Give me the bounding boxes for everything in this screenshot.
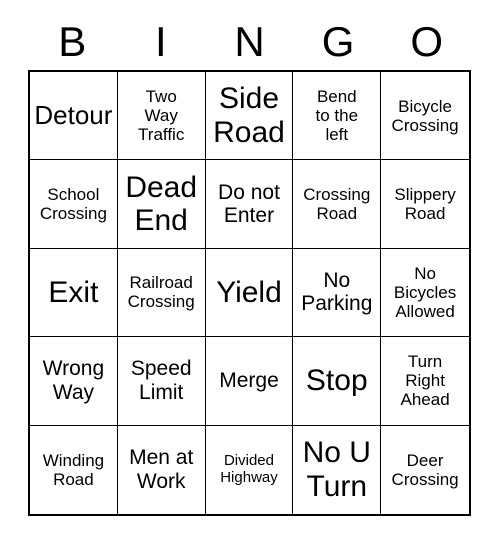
bingo-cell[interactable]: Side Road — [205, 72, 294, 161]
bingo-cell-label: Turn Right Ahead — [400, 352, 450, 410]
bingo-cell-label: Men at Work — [129, 446, 194, 493]
bingo-cell-label: Do not Enter — [218, 180, 280, 228]
bingo-header-letter-g: G — [321, 18, 355, 65]
bingo-cell-label: Dead End — [125, 170, 198, 238]
bingo-cell[interactable]: Bend to the left — [293, 72, 382, 161]
bingo-cell[interactable]: Exit — [30, 248, 118, 338]
bingo-cell-label: Exit — [48, 275, 99, 309]
bingo-cell-label: Bend to the left — [315, 87, 359, 145]
bingo-cell-label: Bicycle Crossing — [391, 96, 459, 135]
bingo-cell[interactable]: Merge — [205, 337, 294, 426]
bingo-cell-label: Crossing Road — [303, 185, 371, 224]
bingo-cell[interactable]: Yield — [205, 248, 294, 338]
bingo-cell-label: Divided Highway — [220, 452, 278, 486]
bingo-cell-label: Wrong Way — [42, 357, 105, 404]
bingo-header-letter-n: N — [234, 18, 265, 65]
bingo-cell-label: Deer Crossing — [391, 450, 459, 489]
bingo-header-row: B I N G O — [28, 14, 471, 70]
bingo-cell[interactable]: Wrong Way — [30, 337, 118, 426]
bingo-cell-label: No Parking — [301, 268, 373, 316]
bingo-header-letter-o: O — [410, 18, 443, 65]
bingo-header-letter-b: B — [58, 18, 87, 65]
bingo-cell[interactable]: Crossing Road — [293, 160, 382, 249]
bingo-cell-label: Yield — [216, 275, 282, 309]
bingo-cell-label: School Crossing — [39, 185, 107, 224]
bingo-cell[interactable]: Dead End — [117, 160, 206, 249]
bingo-cell[interactable]: Detour — [30, 72, 118, 161]
bingo-cell[interactable]: Speed Limit — [117, 337, 206, 426]
bingo-cell[interactable]: No U Turn — [293, 425, 382, 514]
bingo-cell-label: Winding Road — [42, 450, 105, 489]
bingo-cell-label: Detour — [34, 100, 113, 131]
bingo-cell[interactable]: Bicycle Crossing — [381, 72, 469, 161]
bingo-cell-label: Merge — [219, 369, 279, 393]
bingo-cell-label: Side Road — [213, 82, 285, 149]
bingo-cell[interactable]: Stop — [293, 337, 382, 426]
bingo-cell[interactable]: Slippery Road — [381, 160, 469, 249]
bingo-cell[interactable]: Railroad Crossing — [117, 248, 206, 338]
bingo-cell[interactable]: Deer Crossing — [381, 426, 469, 514]
bingo-cell-label: Two Way Traffic — [138, 87, 185, 145]
bingo-cell[interactable]: No Bicycles Allowed — [381, 249, 469, 338]
bingo-cell[interactable]: Winding Road — [30, 425, 118, 514]
bingo-cell-label: Speed Limit — [130, 357, 192, 404]
bingo-header-letter-i: I — [155, 18, 167, 65]
bingo-cell[interactable]: School Crossing — [30, 160, 118, 249]
bingo-cell[interactable]: Turn Right Ahead — [381, 337, 469, 426]
bingo-cell[interactable]: No Parking — [293, 248, 382, 338]
bingo-cell[interactable]: Men at Work — [118, 425, 206, 514]
bingo-grid: Detour Two Way Traffic Side Road Bend to… — [28, 70, 471, 516]
bingo-cell[interactable]: Two Way Traffic — [117, 72, 206, 161]
bingo-cell[interactable]: Do not Enter — [205, 160, 294, 249]
bingo-cell-label: Stop — [305, 364, 368, 398]
bingo-cell[interactable]: Divided Highway — [206, 425, 294, 514]
bingo-card: B I N G O Detour Two Way Traffic Side Ro… — [0, 0, 500, 544]
bingo-cell-label: No Bicycles Allowed — [393, 263, 457, 321]
bingo-cell-label: Railroad Crossing — [127, 273, 195, 312]
bingo-cell-label: No U Turn — [302, 436, 371, 503]
bingo-cell-label: Slippery Road — [394, 185, 456, 224]
